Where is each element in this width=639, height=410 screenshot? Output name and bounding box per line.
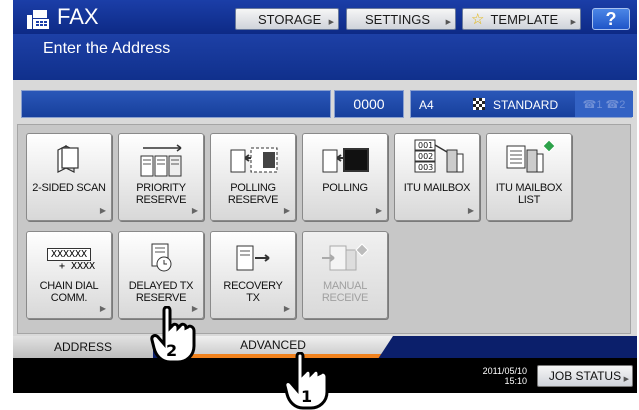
settings-button[interactable]: SETTINGS ▶ xyxy=(346,8,456,30)
address-count: 0000 xyxy=(334,90,404,118)
chain-dial-comm-button[interactable]: XXXXXX + XXXX CHAIN DIAL COMM. ▶ xyxy=(26,231,112,319)
pointing-hand-icon-step-2: 2 xyxy=(150,306,196,364)
job-status-label: JOB STATUS xyxy=(548,369,622,383)
step-1-number: 1 xyxy=(301,387,312,406)
arrow-icon: ▶ xyxy=(99,206,106,215)
arrow-icon: ▶ xyxy=(375,206,382,215)
recovery-tx-button[interactable]: RECOVERY TX ▶ xyxy=(210,231,296,319)
help-button[interactable]: ? xyxy=(592,8,630,30)
priority-reserve-label: PRIORITY RESERVE xyxy=(135,182,187,206)
datetime: 2011/05/10 15:10 xyxy=(459,366,527,386)
arrow-icon: ▶ xyxy=(467,206,474,215)
subtitle-bar: Enter the Address xyxy=(13,34,637,80)
itu-mailbox-list-button[interactable]: ITU MAILBOX LIST xyxy=(486,133,572,221)
paper-size: A4 xyxy=(419,98,434,112)
arrow-icon: ▶ xyxy=(191,206,198,215)
priority-reserve-icon xyxy=(119,144,203,177)
time-label: 15:10 xyxy=(504,376,527,386)
polling-button[interactable]: POLLING ▶ xyxy=(302,133,388,221)
page-subtitle: Enter the Address xyxy=(43,40,171,57)
polling-icon xyxy=(303,144,387,176)
help-icon: ? xyxy=(605,8,617,29)
tab-address[interactable]: ADDRESS xyxy=(13,336,153,358)
pointing-hand-icon-step-1: 1 xyxy=(283,352,329,410)
address-field[interactable] xyxy=(21,90,331,118)
tab-advanced-label: ADVANCED xyxy=(240,338,306,352)
two-sided-scan-button[interactable]: 2-SIDED SCAN ▶ xyxy=(26,133,112,221)
work-area: 0000 A4 STANDARD ☎1 ☎2 2-SIDED SCAN ▶ PR… xyxy=(13,80,637,336)
polling-label: POLLING xyxy=(322,182,368,194)
tab-address-label: ADDRESS xyxy=(53,340,112,354)
manual-receive-button[interactable]: MANUAL RECEIVE xyxy=(302,231,388,319)
chain-dial-icon: XXXXXX + XXXX xyxy=(27,242,111,278)
fax-status-box: A4 STANDARD ☎1 ☎2 xyxy=(410,90,633,118)
header-bar: FAX STORAGE ▶ SETTINGS ▶ ☆ TEMPLATE ▶ ? xyxy=(13,0,637,34)
recovery-tx-icon xyxy=(211,242,295,274)
delayed-tx-icon xyxy=(119,242,203,274)
polling-reserve-icon xyxy=(211,144,295,176)
storage-button-label: STORAGE xyxy=(258,11,322,27)
date-label: 2011/05/10 xyxy=(482,366,527,376)
arrow-icon: ▶ xyxy=(283,206,290,215)
arrow-icon: ▶ xyxy=(283,304,290,313)
itu-mailbox-button[interactable]: 001 002 003 ITU MAILBOX ▶ xyxy=(394,133,480,221)
template-button[interactable]: ☆ TEMPLATE ▶ xyxy=(462,8,581,30)
polling-reserve-button[interactable]: POLLING RESERVE ▶ xyxy=(210,133,296,221)
two-sided-scan-icon xyxy=(27,144,111,176)
itu-mailbox-list-label: ITU MAILBOX LIST xyxy=(495,182,563,206)
line-indicator: ☎1 ☎2 xyxy=(575,91,633,117)
resolution-label: STANDARD xyxy=(493,98,559,112)
chain-dial-top: XXXXXX xyxy=(46,248,92,261)
job-status-button[interactable]: JOB STATUS ▶ xyxy=(537,365,633,387)
template-button-label: TEMPLATE xyxy=(490,11,559,27)
itu-mailbox-label: ITU MAILBOX xyxy=(403,182,471,194)
resolution-icon xyxy=(473,98,485,110)
chain-dial-label: CHAIN DIAL COMM. xyxy=(39,280,99,304)
arrow-icon: ▶ xyxy=(328,19,334,26)
arrow-icon: ▶ xyxy=(570,19,576,26)
manual-receive-icon xyxy=(303,242,387,274)
fax-icon xyxy=(27,10,49,29)
itu-mailbox-icon: 001 002 003 xyxy=(395,138,479,173)
star-icon: ☆ xyxy=(471,11,485,28)
storage-button[interactable]: STORAGE ▶ xyxy=(235,8,339,30)
delayed-tx-label: DELAYED TX RESERVE xyxy=(128,280,194,304)
itu-number-3: 003 xyxy=(418,163,433,172)
priority-reserve-button[interactable]: PRIORITY RESERVE ▶ xyxy=(118,133,204,221)
page-title: FAX xyxy=(57,4,99,29)
arrow-icon: ▶ xyxy=(445,19,451,26)
chain-dial-bottom: + XXXX xyxy=(58,261,96,272)
itu-mailbox-list-icon xyxy=(487,138,571,173)
settings-button-label: SETTINGS xyxy=(365,11,431,27)
fax-screen: FAX STORAGE ▶ SETTINGS ▶ ☆ TEMPLATE ▶ ? … xyxy=(13,0,637,393)
arrow-icon: ▶ xyxy=(623,376,629,383)
polling-reserve-label: POLLING RESERVE xyxy=(227,182,279,206)
itu-number-1: 001 xyxy=(418,141,433,150)
itu-number-2: 002 xyxy=(418,152,433,161)
recovery-tx-label: RECOVERY TX xyxy=(223,280,283,304)
manual-receive-label: MANUAL RECEIVE xyxy=(321,280,369,304)
arrow-icon: ▶ xyxy=(99,304,106,313)
two-sided-scan-label: 2-SIDED SCAN xyxy=(32,182,106,194)
step-2-number: 2 xyxy=(166,341,177,360)
function-panel: 2-SIDED SCAN ▶ PRIORITY RESERVE ▶ POLLIN… xyxy=(17,124,631,334)
